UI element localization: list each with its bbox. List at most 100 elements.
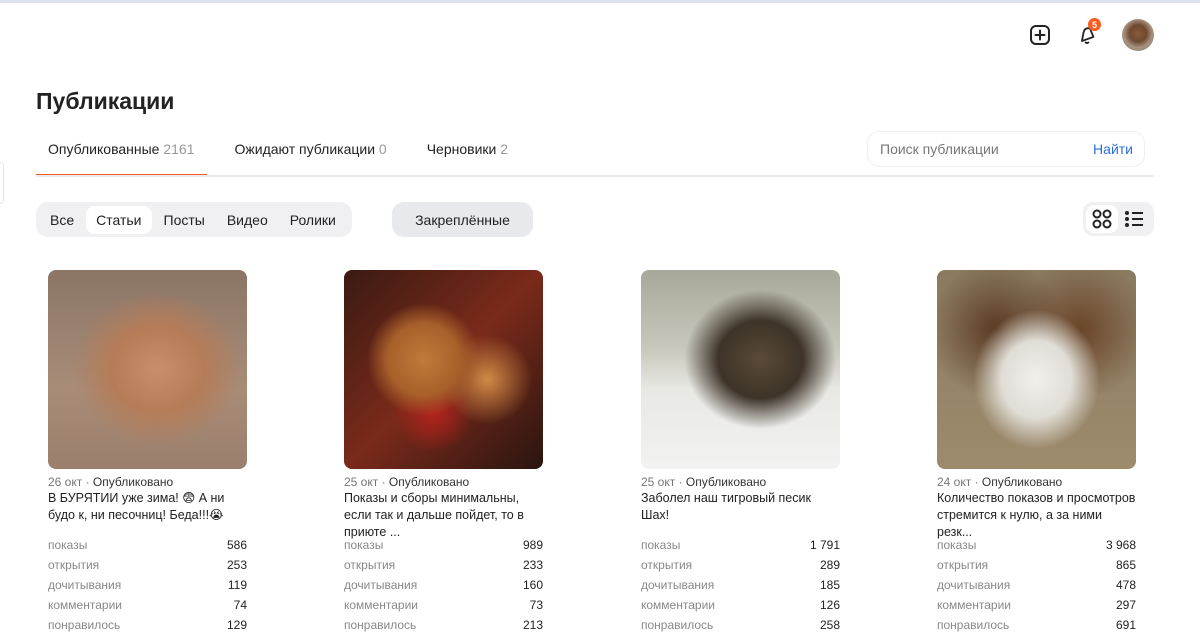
- page-title: Публикации: [36, 88, 175, 114]
- stat-label: показы: [344, 538, 384, 552]
- stat-value: 691: [1115, 618, 1136, 632]
- stat-label: понравилось: [344, 618, 417, 632]
- filter-video[interactable]: Видео: [217, 206, 278, 234]
- publication-thumbnail[interactable]: [344, 270, 543, 469]
- stat-label: показы: [48, 538, 88, 552]
- stat-value: 253: [226, 558, 247, 572]
- stat-value: 3 968: [1105, 538, 1136, 552]
- publication-card[interactable]: 24 окт · Опубликовано Количество показов…: [937, 270, 1136, 635]
- list-view-button[interactable]: [1118, 205, 1150, 233]
- stat-value: 160: [522, 578, 543, 592]
- stat-label: открытия: [937, 558, 989, 572]
- publication-card[interactable]: 25 окт · Опубликовано Показы и сборы мин…: [344, 270, 543, 635]
- tab-count: 2161: [163, 141, 195, 157]
- tab-label: Черновики: [426, 141, 497, 157]
- stat-row: показы 586: [48, 535, 247, 555]
- stat-label: комментарии: [344, 598, 418, 612]
- publication-tabs: Опубликованные 2161 Ожидают публикации 0…: [36, 140, 524, 177]
- tab-drafts[interactable]: Черновики 2: [415, 140, 520, 176]
- stat-row: комментарии 74: [48, 595, 247, 615]
- stat-value: 865: [1115, 558, 1136, 572]
- stat-value: 233: [522, 558, 543, 572]
- publication-thumbnail[interactable]: [937, 270, 1136, 469]
- stat-label: открытия: [48, 558, 100, 572]
- tab-scheduled[interactable]: Ожидают публикации 0: [223, 140, 399, 176]
- publication-title[interactable]: В БУРЯТИИ уже зима! 😨 А ни будо к, ни пе…: [48, 490, 247, 530]
- stat-label: дочитывания: [937, 578, 1011, 592]
- publication-title[interactable]: Заболел наш тигровый песик Шах!: [641, 490, 840, 530]
- stat-label: показы: [937, 538, 977, 552]
- content-type-filter: Все Статьи Посты Видео Ролики: [36, 202, 352, 237]
- tab-count: 2: [500, 141, 509, 157]
- pinned-button[interactable]: Закреплённые: [392, 202, 533, 237]
- stat-row: открытия 865: [937, 555, 1136, 575]
- stat-row: открытия 253: [48, 555, 247, 575]
- notifications-button[interactable]: 5: [1072, 18, 1102, 50]
- stat-row: понравилось 691: [937, 615, 1136, 635]
- stat-value: 185: [819, 578, 840, 592]
- plus-square-icon: [1030, 25, 1050, 45]
- stat-value: 213: [522, 618, 543, 632]
- filter-all[interactable]: Все: [40, 206, 84, 234]
- publication-date: 24 окт: [937, 475, 972, 489]
- tab-label: Ожидают публикации: [234, 141, 376, 157]
- publication-date: 25 окт: [344, 475, 379, 489]
- search-button[interactable]: Найти: [1093, 141, 1133, 157]
- stat-value: 478: [1115, 578, 1136, 592]
- stat-value: 73: [529, 598, 543, 612]
- tabs-divider: [36, 175, 1154, 177]
- stat-row: показы 989: [344, 535, 543, 555]
- stat-value: 297: [1115, 598, 1136, 612]
- tab-published[interactable]: Опубликованные 2161: [36, 140, 207, 177]
- stat-value: 258: [819, 618, 840, 632]
- search-input[interactable]: [880, 141, 1080, 157]
- user-avatar[interactable]: [1122, 19, 1154, 51]
- filter-shorts[interactable]: Ролики: [280, 206, 346, 234]
- publication-thumbnail[interactable]: [641, 270, 840, 469]
- stat-row: дочитывания 119: [48, 575, 247, 595]
- publication-card[interactable]: 26 окт · Опубликовано В БУРЯТИИ уже зима…: [48, 270, 247, 635]
- grid-view-button[interactable]: [1086, 205, 1118, 233]
- stat-value: 74: [233, 598, 247, 612]
- stat-label: дочитывания: [344, 578, 418, 592]
- tab-count: 0: [378, 141, 387, 157]
- stat-label: понравилось: [48, 618, 121, 632]
- create-button[interactable]: [1025, 20, 1055, 50]
- publication-title[interactable]: Показы и сборы минимальны, если так и да…: [344, 490, 543, 539]
- stat-label: комментарии: [937, 598, 1011, 612]
- view-toggle: [1083, 202, 1154, 236]
- stat-value: 989: [522, 538, 543, 552]
- stat-value: 1 791: [809, 538, 840, 552]
- publication-card[interactable]: 25 окт · Опубликовано Заболел наш тигров…: [641, 270, 840, 635]
- stat-row: открытия 289: [641, 555, 840, 575]
- list-icon: [1125, 211, 1143, 227]
- publication-stats: показы 586 открытия 253 дочитывания 119 коммен…: [48, 535, 247, 635]
- stat-row: показы 3 968: [937, 535, 1136, 555]
- stat-value: 586: [226, 538, 247, 552]
- stat-label: понравилось: [641, 618, 714, 632]
- publication-title[interactable]: Количество показов и просмотров стремитс…: [937, 490, 1136, 539]
- stat-label: открытия: [641, 558, 693, 572]
- stat-row: открытия 233: [344, 555, 543, 575]
- stat-value: 119: [227, 578, 247, 592]
- notification-badge: 5: [1088, 18, 1101, 31]
- sidebar-handle[interactable]: [0, 162, 4, 204]
- stat-row: комментарии 73: [344, 595, 543, 615]
- publication-status: Опубликовано: [981, 475, 1063, 489]
- publication-date: 26 окт: [48, 475, 83, 489]
- stat-label: показы: [641, 538, 681, 552]
- publication-meta: 25 окт · Опубликовано: [344, 475, 470, 489]
- publication-date: 25 окт: [641, 475, 676, 489]
- grid-icon: [1092, 209, 1112, 229]
- publication-thumbnail[interactable]: [48, 270, 247, 469]
- stat-label: комментарии: [641, 598, 715, 612]
- stat-label: комментарии: [48, 598, 122, 612]
- publication-stats: показы 1 791 открытия 289 дочитывания 185 комм…: [641, 535, 840, 635]
- filter-posts[interactable]: Посты: [154, 206, 215, 234]
- stat-value: 126: [819, 598, 840, 612]
- stat-row: комментарии 297: [937, 595, 1136, 615]
- publication-stats: показы 989 открытия 233 дочитывания 160 коммен…: [344, 535, 543, 635]
- stat-row: комментарии 126: [641, 595, 840, 615]
- stat-label: дочитывания: [48, 578, 122, 592]
- filter-articles[interactable]: Статьи: [86, 205, 152, 234]
